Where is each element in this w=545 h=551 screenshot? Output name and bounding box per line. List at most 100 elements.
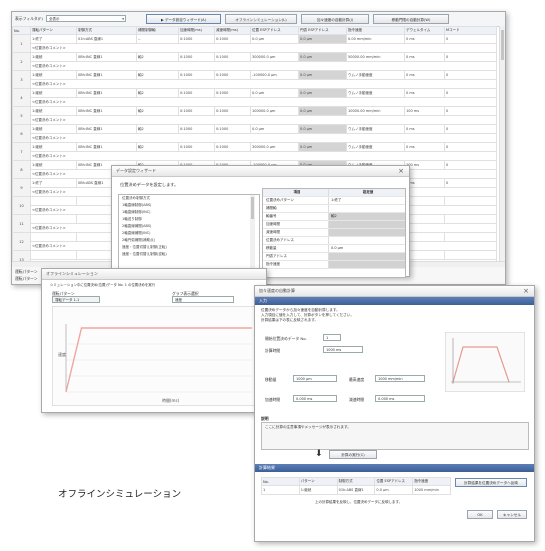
table-cell[interactable]: 1:継続 xyxy=(30,52,77,62)
table-cell[interactable]: 0 xyxy=(444,52,497,62)
table-cell[interactable]: 0:1000 xyxy=(214,52,251,62)
table-cell[interactable]: 1:継続 xyxy=(30,124,77,134)
table-cell[interactable]: 7 xyxy=(12,142,31,161)
property-row[interactable]: 補間軸 xyxy=(263,205,405,213)
table-cell[interactable] xyxy=(444,250,497,260)
method-list-scrollbar[interactable] xyxy=(250,195,255,275)
table-cell[interactable] xyxy=(30,196,77,206)
col-header[interactable]: 運転パターン xyxy=(30,26,77,35)
table-cell[interactable] xyxy=(444,232,497,242)
property-row[interactable]: 円弧アドレス xyxy=(263,253,405,261)
table-row[interactable]: 7 1:継続 0Bh:INC 直線1 軸2 0:1000 0:1000 300000.0 μ… xyxy=(12,142,497,161)
wizard-button[interactable]: ▶ データ設定ウィザード(A) xyxy=(146,14,221,24)
table-cell[interactable]: 0:1000 xyxy=(178,124,215,134)
table-cell[interactable]: 0 ms xyxy=(404,124,445,134)
table-row[interactable]: 5 1:継続 0Bh:INC 直線1 軸2 0:1000 0:1000 100000.0 μ… xyxy=(12,106,497,125)
table-cell[interactable]: -100000.0 μm xyxy=(250,70,299,80)
table-cell[interactable]: 0:1000 xyxy=(214,70,251,80)
property-row[interactable]: 軸番号 軸2 xyxy=(263,213,405,221)
col-header[interactable]: 減速時間(ms) xyxy=(214,26,251,35)
table-row[interactable]: 6 1:継続 0Bh:INC 直線1 軸2 0:1000 0:1000 0.0 μm 0.0 … xyxy=(12,124,497,143)
table-cell[interactable]: 0:1000 xyxy=(178,52,215,62)
table-cell[interactable]: 1:終了 xyxy=(30,34,77,44)
table-cell[interactable]: 0Bh:INC 直線1 xyxy=(76,106,137,116)
table-cell[interactable]: 軸2 xyxy=(136,106,179,116)
property-value[interactable]: 軸2 xyxy=(328,213,405,220)
table-cell[interactable] xyxy=(404,232,445,242)
col-header[interactable]: 指令速度 xyxy=(346,26,405,35)
table-cell[interactable] xyxy=(30,250,77,260)
table-cell[interactable]: 1:継続 xyxy=(30,142,77,152)
comment-cell[interactable]: <位置決めコメント> xyxy=(30,43,497,53)
table-cell[interactable]: 0:1000 xyxy=(214,88,251,98)
table-cell[interactable]: 0 xyxy=(444,124,497,134)
table-cell[interactable] xyxy=(444,214,497,224)
apply-result-button[interactable]: 計算結果を位置決めデータへ反映 xyxy=(455,478,527,487)
table-cell[interactable]: 0.0 μm xyxy=(250,34,299,44)
table-cell[interactable]: 300000.0 μm xyxy=(250,52,299,62)
table-cell[interactable]: ウムノ手動速度 xyxy=(346,142,405,152)
acc-time-field[interactable]: 0.000 ms xyxy=(293,395,337,402)
table-comment-row[interactable]: <位置決めコメント> xyxy=(13,43,497,53)
table-cell[interactable] xyxy=(30,232,77,242)
table-cell[interactable]: 軸2 xyxy=(136,52,179,62)
table-cell[interactable]: 0.0 μm xyxy=(298,142,347,152)
max-speed-field[interactable]: 1000 mm/min xyxy=(375,375,425,382)
comment-cell[interactable]: <位置決めコメント> xyxy=(30,133,497,143)
dec-time-field[interactable]: 0.000 ms xyxy=(375,395,425,402)
table-cell[interactable]: 6 xyxy=(12,124,31,143)
method-list-item[interactable]: 1軸直線制御(ABS) xyxy=(119,202,259,209)
table-cell[interactable]: 0.0 μm xyxy=(298,106,347,116)
movement-limit-button[interactable]: 移動門限の自動計算(W) xyxy=(373,14,449,24)
table-cell[interactable]: 0:1000 xyxy=(178,88,215,98)
table-row[interactable]: 2 1:継続 0Bh:INC 直線1 軸2 0:1000 0:1000 300000.0 μ… xyxy=(12,52,497,71)
distance-field[interactable]: 1000 μm xyxy=(293,375,337,382)
table-comment-row[interactable]: <位置決めコメント> xyxy=(13,133,497,143)
comment-cell[interactable]: <位置決めコメント> xyxy=(30,151,497,161)
table-cell[interactable]: 0.0 μm xyxy=(250,88,299,98)
table-cell[interactable]: 01h:ABS 直線1 xyxy=(76,34,137,44)
property-row[interactable]: 移動量 0.0 μm xyxy=(263,245,405,253)
table-cell[interactable]: 0 ms xyxy=(404,142,445,152)
table-cell[interactable]: 0 xyxy=(444,178,497,188)
table-cell[interactable]: 100000.0 μm xyxy=(250,106,299,116)
table-cell[interactable]: ウムノ手動速度 xyxy=(346,88,405,98)
scrollbar-thumb[interactable] xyxy=(251,197,254,219)
method-list-item[interactable]: 速度・位置切替え制御(逆転) xyxy=(119,251,259,258)
table-cell[interactable]: 軸2 xyxy=(136,124,179,134)
table-cell[interactable]: 1:継続 xyxy=(30,106,77,116)
pattern-select[interactable]: 運転データ 1.1 xyxy=(52,296,100,303)
table-cell[interactable]: 0 xyxy=(444,34,497,44)
property-row[interactable]: 位置決めパターン 1:終了 xyxy=(263,197,405,205)
table-cell[interactable]: 軸2 xyxy=(136,88,179,98)
table-cell[interactable] xyxy=(30,214,77,224)
property-row[interactable]: 位置決めアドレス xyxy=(263,237,405,245)
close-icon[interactable]: × xyxy=(398,166,404,176)
table-cell[interactable]: 3 xyxy=(12,70,31,89)
start-no-field[interactable]: 1 xyxy=(323,334,341,341)
table-cell[interactable]: -- xyxy=(136,34,179,44)
table-cell[interactable]: 50000.00 mm/min xyxy=(346,52,405,62)
ok-button[interactable]: OK xyxy=(467,510,493,519)
table-cell[interactable]: 0 xyxy=(444,70,497,80)
table-cell[interactable]: 0 xyxy=(444,88,497,98)
comment-cell[interactable]: <位置決めコメント> xyxy=(30,97,497,107)
property-value[interactable] xyxy=(328,229,405,236)
table-comment-row[interactable]: <位置決めコメント> xyxy=(13,61,497,71)
table-cell[interactable]: 0.0 μm xyxy=(298,34,347,44)
property-value[interactable] xyxy=(328,221,405,228)
table-cell[interactable] xyxy=(404,250,445,260)
col-header[interactable]: 補間制御軸 xyxy=(136,26,179,35)
table-cell[interactable]: 0:1000 xyxy=(214,142,251,152)
close-icon[interactable]: × xyxy=(523,286,529,296)
table-cell[interactable]: 0:1000 xyxy=(214,34,251,44)
graph-select[interactable]: 速度 xyxy=(172,296,234,303)
col-header[interactable]: Mコード xyxy=(444,26,497,35)
col-header[interactable]: デウェルタイム xyxy=(404,26,445,35)
table-cell[interactable]: 0 xyxy=(444,160,497,170)
calculate-button[interactable]: 計算の実行(C) xyxy=(329,450,377,459)
table-cell[interactable]: 0 ms xyxy=(404,52,445,62)
method-list-item[interactable]: 2軸円弧補間(補助点) xyxy=(119,237,259,244)
table-cell[interactable]: 2 xyxy=(12,52,31,71)
table-cell[interactable]: 0.0 μm xyxy=(298,52,347,62)
